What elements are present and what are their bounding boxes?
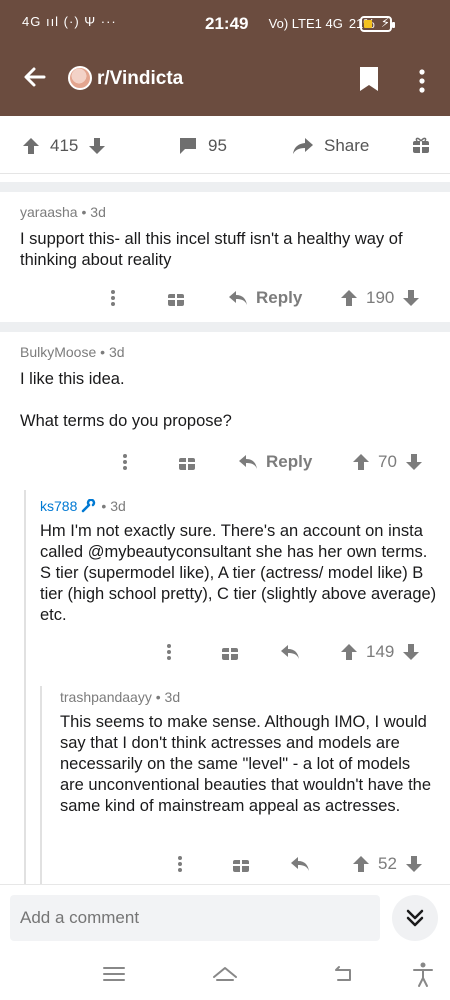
double-chevron-down-icon bbox=[406, 909, 424, 927]
upvote-icon[interactable] bbox=[22, 137, 40, 155]
comment-score: 70 bbox=[378, 452, 397, 471]
comment-actions: Reply 190 bbox=[0, 284, 450, 312]
comment-meta: BulkyMoose • 3d bbox=[20, 344, 125, 360]
reply-label: Reply bbox=[266, 452, 313, 471]
comment-age: 3d bbox=[110, 498, 126, 514]
comment-meta: ks788 • 3d bbox=[40, 498, 126, 514]
more-icon[interactable] bbox=[110, 289, 116, 307]
reply-icon bbox=[229, 291, 247, 305]
post-vote: 415 bbox=[22, 136, 106, 156]
section-divider bbox=[0, 322, 450, 332]
menu-icon[interactable] bbox=[100, 960, 128, 988]
comment-text-line: I like this idea. bbox=[20, 370, 125, 388]
comment-score: 190 bbox=[366, 288, 395, 307]
comment-item: ks788 • 3d Hm I'm not exactly sure. Ther… bbox=[0, 496, 450, 676]
bookmark-icon[interactable] bbox=[359, 66, 379, 92]
award-icon[interactable] bbox=[232, 855, 250, 873]
comment-actions: 52 bbox=[0, 850, 450, 878]
award-icon[interactable] bbox=[221, 643, 239, 661]
award-icon[interactable] bbox=[167, 289, 185, 307]
reply-button[interactable]: Reply bbox=[238, 452, 312, 472]
home-icon[interactable] bbox=[211, 960, 239, 988]
jump-to-next-comment-button[interactable] bbox=[392, 895, 438, 941]
comment-meta: yaraasha • 3d bbox=[20, 204, 106, 220]
comment-meta: trashpandaayy • 3d bbox=[60, 689, 181, 705]
upvote-icon bbox=[353, 454, 369, 470]
comment-vote: 52 bbox=[352, 854, 423, 874]
back-nav-icon[interactable] bbox=[330, 960, 358, 988]
comment-text: I support this- all this incel stuff isn… bbox=[20, 230, 403, 269]
upvote-icon bbox=[341, 290, 357, 306]
app-header: 4G ııl (·) Ψ ··· 21:49 Vo) LTE1 4G 21% ⚡… bbox=[0, 0, 450, 116]
subreddit-avatar[interactable] bbox=[68, 66, 92, 90]
comment-age: 3d bbox=[164, 689, 181, 705]
system-nav-bar bbox=[0, 948, 450, 1000]
subreddit-name[interactable]: r/Vindicta bbox=[97, 68, 183, 90]
post-action-bar: 415 95 Share bbox=[0, 118, 450, 174]
comment-bubble-icon bbox=[178, 137, 198, 155]
battery-icon bbox=[360, 16, 395, 32]
comments-count-button[interactable]: 95 bbox=[178, 136, 227, 156]
downvote-icon bbox=[403, 290, 420, 306]
status-bar: 4G ııl (·) Ψ ··· 21:49 Vo) LTE1 4G 21% ⚡ bbox=[0, 0, 450, 48]
back-arrow-icon[interactable] bbox=[20, 62, 50, 92]
app-bar: r/Vindicta bbox=[0, 50, 450, 110]
comment-age: 3d bbox=[108, 344, 125, 360]
downvote-icon[interactable] bbox=[88, 137, 106, 155]
comment-author[interactable]: BulkyMoose bbox=[20, 344, 96, 360]
more-icon[interactable] bbox=[166, 643, 172, 661]
section-divider bbox=[0, 182, 450, 192]
comment-actions: Reply 70 bbox=[0, 448, 450, 476]
award-icon[interactable] bbox=[412, 136, 430, 154]
comment-text-line: What terms do you propose? bbox=[20, 412, 232, 430]
reply-label: Reply bbox=[256, 288, 303, 307]
comment-author[interactable]: trashpandaayy bbox=[60, 689, 152, 705]
share-label: Share bbox=[324, 136, 370, 155]
signal-indicators: 4G ııl (·) Ψ ··· bbox=[22, 14, 117, 29]
comment-author[interactable]: yaraasha bbox=[20, 204, 78, 220]
comment-author[interactable]: ks788 bbox=[40, 498, 77, 514]
share-arrow-icon bbox=[292, 137, 314, 155]
more-icon[interactable] bbox=[177, 855, 183, 873]
network-label: Vo) LTE1 4G bbox=[268, 15, 343, 31]
post-score: 415 bbox=[50, 136, 79, 155]
comment-vote: 190 bbox=[340, 288, 420, 308]
reply-icon[interactable] bbox=[280, 644, 300, 660]
award-icon[interactable] bbox=[178, 453, 196, 471]
reply-icon bbox=[239, 455, 257, 469]
upvote-icon bbox=[341, 644, 357, 660]
comment-item: yaraasha • 3d I support this- all this i… bbox=[0, 204, 450, 322]
share-button[interactable]: Share bbox=[292, 136, 369, 156]
accessibility-icon[interactable] bbox=[409, 960, 437, 988]
add-comment-input[interactable] bbox=[10, 895, 380, 941]
comment-vote: 70 bbox=[352, 452, 423, 472]
moderator-wrench-icon bbox=[81, 499, 97, 513]
downvote-icon bbox=[405, 454, 422, 470]
comments-count: 95 bbox=[208, 136, 227, 155]
more-options-icon[interactable] bbox=[412, 68, 432, 94]
comment-item: BulkyMoose • 3d I like this idea. What t… bbox=[0, 344, 450, 484]
comment-age: 3d bbox=[90, 204, 106, 220]
reply-button[interactable]: Reply bbox=[228, 288, 302, 308]
comment-text: Hm I'm not exactly sure. There's an acco… bbox=[40, 522, 437, 624]
comment-vote: 149 bbox=[340, 642, 420, 662]
add-comment-bar bbox=[0, 884, 450, 948]
reply-icon[interactable] bbox=[290, 856, 310, 872]
status-time: 21:49 bbox=[205, 14, 249, 33]
comment-item: trashpandaayy • 3d This seems to make se… bbox=[0, 688, 450, 884]
comment-actions: 149 bbox=[0, 638, 450, 666]
comment-score: 149 bbox=[366, 642, 395, 661]
comment-score: 52 bbox=[378, 854, 397, 873]
downvote-icon bbox=[405, 856, 422, 872]
more-icon[interactable] bbox=[122, 453, 128, 471]
comment-text: This seems to make sense. Although IMO, … bbox=[60, 713, 432, 815]
downvote-icon bbox=[403, 644, 420, 660]
upvote-icon bbox=[353, 856, 369, 872]
